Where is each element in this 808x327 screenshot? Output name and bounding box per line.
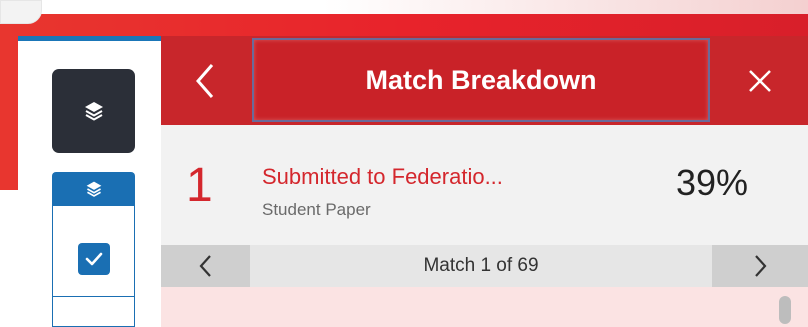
match-content-area	[161, 287, 808, 327]
top-strip	[0, 0, 808, 14]
top-corner-tab	[0, 0, 42, 24]
filter-tab[interactable]	[52, 172, 135, 206]
close-button[interactable]	[712, 36, 808, 125]
match-counter: Match 1 of 69	[423, 255, 539, 276]
layer-checkbox[interactable]	[78, 243, 110, 275]
next-match-button[interactable]	[712, 245, 808, 287]
checkmark-icon	[85, 252, 103, 266]
match-percentage: 39%	[676, 162, 749, 203]
close-icon	[749, 69, 771, 92]
chevron-left-icon	[199, 255, 211, 277]
match-overview-button[interactable]	[52, 69, 135, 153]
panel-title: Match Breakdown	[365, 64, 597, 95]
match-source-link[interactable]: Submitted to Federatio...	[262, 164, 503, 190]
chevron-left-icon	[195, 63, 213, 98]
header-title-box: Match Breakdown	[252, 38, 710, 122]
match-number: 1	[186, 159, 213, 212]
back-button[interactable]	[161, 36, 250, 125]
filter-divider	[52, 296, 135, 297]
chevron-right-icon	[755, 255, 767, 277]
previous-match-button[interactable]	[161, 245, 250, 287]
layers-icon	[86, 181, 101, 197]
layers-icon	[84, 102, 103, 121]
match-source-type: Student Paper	[262, 200, 371, 219]
